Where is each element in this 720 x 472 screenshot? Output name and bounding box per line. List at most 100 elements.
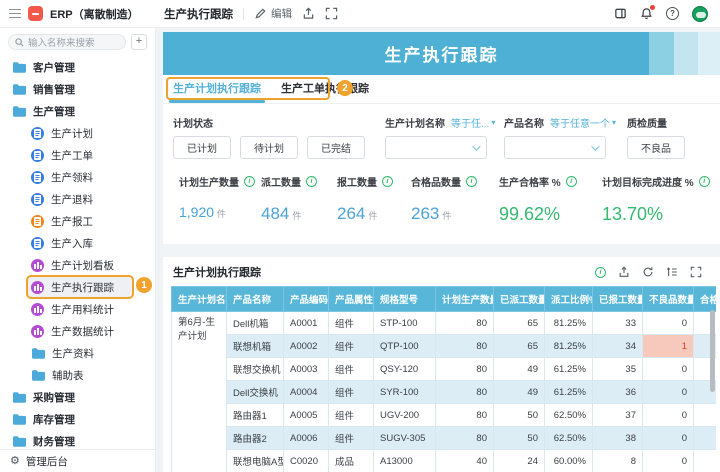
cell-qualified[interactable] [694, 450, 717, 472]
cell-spec[interactable]: SYR-100 [374, 381, 436, 404]
cell-ratio[interactable]: 62.50% [545, 404, 593, 427]
cell-code[interactable]: A0003 [284, 358, 329, 381]
filter-option-defective[interactable]: 不良品 [627, 136, 685, 159]
cell-reported[interactable]: 35 [593, 358, 643, 381]
notifications-button[interactable] [640, 7, 653, 20]
cell-qualified[interactable] [694, 404, 717, 427]
table-row[interactable]: 路由器1 A0005 组件 UGV-200 80 50 62.50% 37 0 [172, 404, 717, 427]
cell-defect[interactable]: 0 [643, 358, 694, 381]
sidebar-item-material-return[interactable]: 生产退料 [0, 188, 155, 210]
info-icon[interactable]: i [306, 176, 317, 187]
cell-dispatched[interactable]: 50 [494, 404, 545, 427]
sidebar-item-work-report[interactable]: 生产报工 [0, 210, 155, 232]
column-header[interactable]: 合格品数量 [694, 287, 717, 312]
cell-ratio[interactable]: 81.25% [545, 335, 593, 358]
column-header[interactable]: 已报工数量 [593, 287, 643, 312]
tab-plan-execution-tracking[interactable]: 生产计划执行跟踪 [163, 74, 271, 103]
table-vertical-scrollbar[interactable] [710, 310, 715, 392]
sidebar-item-material-issue[interactable]: 生产领料 [0, 166, 155, 188]
cell-reported[interactable]: 36 [593, 381, 643, 404]
filter-option-pending[interactable]: 待计划 [240, 136, 298, 159]
cell-code[interactable]: A0001 [284, 312, 329, 335]
cell-dispatched[interactable]: 65 [494, 312, 545, 335]
cell-dispatched[interactable]: 49 [494, 358, 545, 381]
column-header[interactable]: 计划生产数量 [436, 287, 494, 312]
sidebar-item-plan-board[interactable]: 生产计划看板 [0, 254, 155, 276]
cell-reported[interactable]: 34 [593, 335, 643, 358]
filter-option-closed[interactable]: 已完结 [307, 136, 365, 159]
column-header[interactable]: 派工比例% [545, 287, 593, 312]
filter-option-planned[interactable]: 已计划 [173, 136, 231, 159]
cell-code[interactable]: A0006 [284, 427, 329, 450]
export-icon[interactable] [618, 266, 630, 278]
cell-dispatched[interactable]: 24 [494, 450, 545, 472]
sidebar-item-production-data[interactable]: 生产资料 [0, 342, 155, 364]
cell-reported[interactable]: 8 [593, 450, 643, 472]
cell-plan-qty[interactable]: 80 [436, 358, 494, 381]
cell-product[interactable]: 联想机箱 [227, 335, 284, 358]
cell-reported[interactable]: 33 [593, 312, 643, 335]
cell-plan-qty[interactable]: 80 [436, 312, 494, 335]
cell-defect[interactable]: 0 [643, 312, 694, 335]
panel-toggle-icon[interactable] [614, 7, 627, 20]
table-row[interactable]: 联想机箱 A0002 组件 QTP-100 80 65 81.25% 34 1 [172, 335, 717, 358]
cell-attr[interactable]: 组件 [329, 427, 374, 450]
info-icon[interactable]: i [566, 176, 577, 187]
sidebar-item-production-inbound[interactable]: 生产入库 [0, 232, 155, 254]
cell-attr[interactable]: 组件 [329, 358, 374, 381]
cell-product[interactable]: 联想电脑A型 [227, 450, 284, 472]
sidebar-item-production-mgmt[interactable]: 生产管理 [0, 100, 155, 122]
info-icon[interactable]: i [382, 176, 393, 187]
cell-defect-alert[interactable]: 1 [643, 335, 694, 358]
column-header[interactable]: 产品名称 [227, 287, 284, 312]
column-header[interactable]: 规格型号 [374, 287, 436, 312]
sidebar-item-purchase-mgmt[interactable]: 采购管理 [0, 386, 155, 408]
column-header[interactable]: 产品属性 [329, 287, 374, 312]
cell-code[interactable]: A0004 [284, 381, 329, 404]
cell-attr[interactable]: 组件 [329, 381, 374, 404]
sidebar-item-inventory-mgmt[interactable]: 库存管理 [0, 408, 155, 430]
cell-defect[interactable]: 0 [643, 450, 694, 472]
sidebar-item-production-plan[interactable]: 生产计划 [0, 122, 155, 144]
cell-spec[interactable]: QSY-120 [374, 358, 436, 381]
cell-dispatched[interactable]: 49 [494, 381, 545, 404]
filter-operator-link[interactable]: 等于任意一个 ▾ [550, 115, 616, 130]
column-header[interactable]: 不良品数量 [643, 287, 694, 312]
column-header[interactable]: 生产计划名称 [172, 287, 227, 312]
info-icon[interactable]: i [244, 176, 255, 187]
cell-attr[interactable]: 成品 [329, 450, 374, 472]
help-icon[interactable]: ? [666, 7, 679, 20]
filter-operator-link[interactable]: 等于任... ▾ [451, 115, 495, 130]
cell-ratio[interactable]: 61.25% [545, 381, 593, 404]
cell-plan-qty[interactable]: 40 [436, 450, 494, 472]
table-row[interactable]: 第6月-生产计划 Dell机箱 A0001 组件 STP-100 80 65 8… [172, 312, 717, 335]
admin-backend-button[interactable]: ⚙ 管理后台 [0, 449, 155, 472]
cell-defect[interactable]: 0 [643, 381, 694, 404]
cell-code[interactable]: A0002 [284, 335, 329, 358]
cell-defect[interactable]: 0 [643, 404, 694, 427]
hamburger-menu-icon[interactable] [9, 9, 21, 19]
search-input[interactable]: 输入名称来搜索 [8, 34, 126, 50]
cell-plan-qty[interactable]: 80 [436, 404, 494, 427]
cell-ratio[interactable]: 60.00% [545, 450, 593, 472]
cell-code[interactable]: C0020 [284, 450, 329, 472]
column-header[interactable]: 产品编码 [284, 287, 329, 312]
cell-attr[interactable]: 组件 [329, 404, 374, 427]
cell-spec[interactable]: A13000 [374, 450, 436, 472]
cell-reported[interactable]: 37 [593, 404, 643, 427]
cell-plan-name[interactable]: 第6月-生产计划 [172, 312, 227, 472]
sidebar-item-aux-tables[interactable]: 辅助表 [0, 364, 155, 386]
table-row[interactable]: 联想电脑A型 C0020 成品 A13000 40 24 60.00% 8 0 [172, 450, 717, 472]
cell-qualified[interactable] [694, 427, 717, 450]
cell-ratio[interactable]: 62.50% [545, 427, 593, 450]
info-icon[interactable]: i [595, 267, 606, 278]
edit-button[interactable]: 编辑 [254, 6, 292, 21]
refresh-icon[interactable] [642, 266, 654, 278]
cell-attr[interactable]: 组件 [329, 312, 374, 335]
share-icon[interactable] [302, 7, 315, 20]
cell-plan-qty[interactable]: 80 [436, 381, 494, 404]
cell-ratio[interactable]: 81.25% [545, 312, 593, 335]
fullscreen-icon[interactable] [325, 7, 338, 20]
tab-workorder-execution-tracking[interactable]: 生产工单执行跟踪 [271, 74, 379, 103]
cell-plan-qty[interactable]: 80 [436, 427, 494, 450]
